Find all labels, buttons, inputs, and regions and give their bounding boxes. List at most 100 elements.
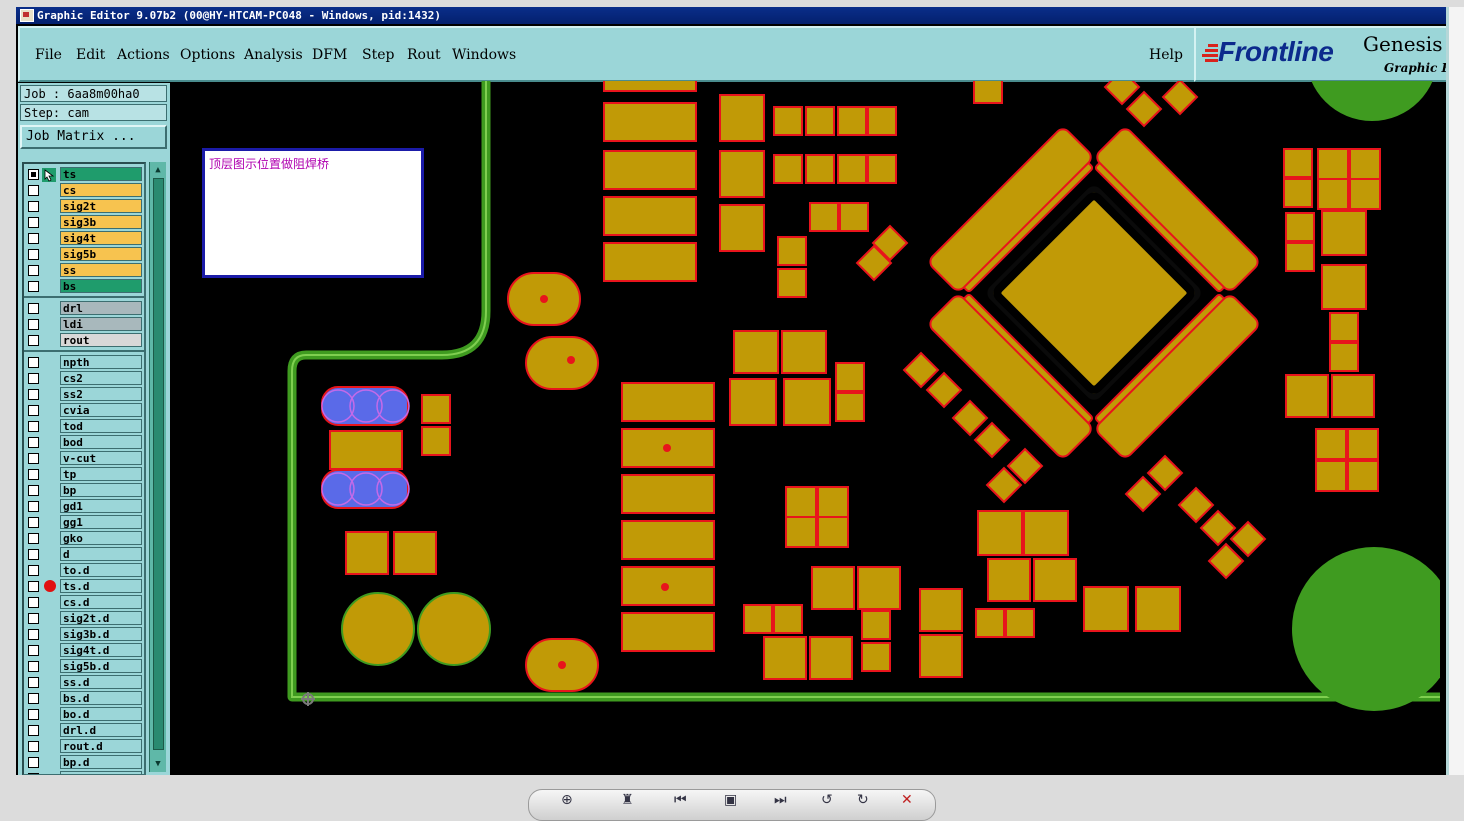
menu-file[interactable]: File [35, 47, 62, 63]
layer-row-sig3b-d[interactable]: sig3b.d [28, 627, 142, 642]
layer-checkbox[interactable] [28, 533, 39, 544]
layer-row-cs2[interactable]: cs2 [28, 371, 142, 386]
menu-actions[interactable]: Actions [117, 47, 170, 63]
layer-row-to-d[interactable]: to.d [28, 563, 142, 578]
menu-analysis[interactable]: Analysis [244, 47, 303, 63]
scroll-up-icon[interactable]: ▲ [151, 164, 165, 176]
layer-row-v-cut[interactable]: v-cut [28, 451, 142, 466]
annotation-box[interactable]: 顶层图示位置做阻焊桥 [202, 148, 424, 278]
layer-row-sig3b[interactable]: sig3b [28, 215, 142, 230]
layer-checkbox[interactable] [28, 501, 39, 512]
layer-checkbox[interactable] [28, 201, 39, 212]
slideshow-icon[interactable]: ▣ [724, 792, 737, 808]
layer-checkbox[interactable] [28, 629, 39, 640]
layer-row-bs-d[interactable]: bs.d [28, 691, 142, 706]
layer-row-sig5b[interactable]: sig5b [28, 247, 142, 262]
layer-checkbox[interactable] [28, 233, 39, 244]
layer-checkbox[interactable] [28, 185, 39, 196]
layer-row-tp[interactable]: tp [28, 467, 142, 482]
layer-checkbox[interactable] [28, 661, 39, 672]
layer-checkbox[interactable] [28, 421, 39, 432]
layer-row-gd1[interactable]: gd1 [28, 499, 142, 514]
layer-checkbox[interactable] [28, 335, 39, 346]
layer-row-tod[interactable]: tod [28, 419, 142, 434]
layer-checkbox[interactable] [28, 757, 39, 768]
menu-step[interactable]: Step [362, 47, 394, 63]
layer-row-sig4t-d[interactable]: sig4t.d [28, 643, 142, 658]
layer-checkbox[interactable] [28, 217, 39, 228]
scroll-down-icon[interactable]: ▼ [151, 758, 165, 770]
layer-name: bp.d [60, 755, 142, 769]
layer-checkbox[interactable] [28, 725, 39, 736]
layer-row-cvia[interactable]: cvia [28, 403, 142, 418]
layer-checkbox[interactable] [28, 249, 39, 260]
layer-row-bp-d[interactable]: bp.d [28, 755, 142, 770]
layer-row-drl-d[interactable]: drl.d [28, 723, 142, 738]
layer-row-cs-d[interactable]: cs.d [28, 595, 142, 610]
rotate-right-icon[interactable]: ↻ [857, 792, 869, 808]
menu-dfm[interactable]: DFM [312, 47, 347, 63]
layer-row-d[interactable]: d [28, 547, 142, 562]
layer-checkbox[interactable] [28, 405, 39, 416]
layer-checkbox[interactable] [28, 319, 39, 330]
layer-row-drl[interactable]: drl [28, 301, 142, 316]
layer-checkbox[interactable] [28, 613, 39, 624]
layer-checkbox[interactable] [28, 549, 39, 560]
layer-checkbox[interactable] [28, 709, 39, 720]
layer-row-rout[interactable]: rout [28, 333, 142, 348]
menu-rout[interactable]: Rout [407, 47, 441, 63]
menu-edit[interactable]: Edit [76, 47, 105, 63]
layer-name: cvia [60, 403, 142, 417]
layer-row-sig2t-d[interactable]: sig2t.d [28, 611, 142, 626]
layer-checkbox[interactable] [28, 281, 39, 292]
menu-windows[interactable]: Windows [452, 47, 516, 63]
layer-checkbox[interactable] [28, 517, 39, 528]
layer-row-ts-d[interactable]: ts.d [28, 579, 142, 594]
layer-checkbox[interactable] [28, 581, 39, 592]
layer-row-ss-d[interactable]: ss.d [28, 675, 142, 690]
trash-icon[interactable]: ♜ [621, 792, 634, 808]
layer-checkbox[interactable] [28, 677, 39, 688]
previous-icon[interactable]: ⏮ [674, 792, 687, 808]
layer-row-gg1[interactable]: gg1 [28, 515, 142, 530]
layer-checkbox[interactable] [28, 645, 39, 656]
layer-row-bp[interactable]: bp [28, 483, 142, 498]
rotate-left-icon[interactable]: ↺ [821, 792, 833, 808]
zoom-icon[interactable]: ⊕ [561, 792, 573, 808]
layer-checkbox[interactable] [28, 357, 39, 368]
layer-row-cs[interactable]: cs [28, 183, 142, 198]
layer-row-gko[interactable]: gko [28, 531, 142, 546]
layer-checkbox[interactable] [28, 303, 39, 314]
scroll-thumb[interactable] [153, 178, 164, 750]
layer-checkbox[interactable] [28, 437, 39, 448]
delete-icon[interactable]: ✕ [901, 792, 913, 808]
layer-checkbox[interactable] [28, 597, 39, 608]
layer-row-ss2[interactable]: ss2 [28, 387, 142, 402]
menu-help[interactable]: Help [1149, 47, 1183, 63]
layer-row-sig4t[interactable]: sig4t [28, 231, 142, 246]
layer-row-sig5b-d[interactable]: sig5b.d [28, 659, 142, 674]
layer-row-bod[interactable]: bod [28, 435, 142, 450]
layer-row-bo-d[interactable]: bo.d [28, 707, 142, 722]
layer-checkbox[interactable] [28, 693, 39, 704]
layer-checkbox[interactable] [28, 469, 39, 480]
layer-row-sig2t[interactable]: sig2t [28, 199, 142, 214]
layer-checkbox[interactable] [28, 565, 39, 576]
layer-checkbox[interactable] [28, 485, 39, 496]
layer-row-ss[interactable]: ss [28, 263, 142, 278]
layer-row-ldi[interactable]: ldi [28, 317, 142, 332]
layer-checkbox[interactable] [28, 741, 39, 752]
layer-list-scrollbar[interactable]: ▲ ▼ [149, 162, 166, 772]
layer-row-ts[interactable]: ts [28, 167, 142, 182]
layer-checkbox[interactable] [28, 373, 39, 384]
layer-checkbox[interactable] [28, 169, 39, 180]
layer-row-bs[interactable]: bs [28, 279, 142, 294]
job-matrix-button[interactable]: Job Matrix ... [20, 125, 167, 149]
layer-row-rout-d[interactable]: rout.d [28, 739, 142, 754]
layer-row-npth[interactable]: npth [28, 355, 142, 370]
layer-checkbox[interactable] [28, 389, 39, 400]
layer-checkbox[interactable] [28, 265, 39, 276]
menu-options[interactable]: Options [180, 47, 235, 63]
layer-checkbox[interactable] [28, 453, 39, 464]
next-icon[interactable]: ⏭ [774, 792, 787, 808]
